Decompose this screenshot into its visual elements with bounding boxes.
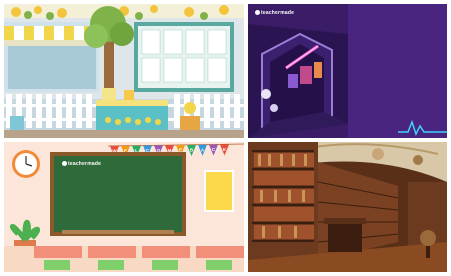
brand-logo-icon	[255, 10, 260, 16]
cartoon-classroom-image: WELCOMEBACK	[4, 142, 244, 272]
brand-logo-text: teachermade	[261, 10, 295, 16]
background-option-cartoon-classroom[interactable]: WELCOMEBACK teachermade	[4, 142, 244, 272]
background-option-lemonade-classroom[interactable]	[4, 4, 244, 138]
brand-logo-text: teachermade	[68, 161, 102, 167]
brand-logo: teachermade	[255, 10, 294, 16]
background-option-neon-museum[interactable]: teachermade	[248, 4, 447, 138]
brand-logo-icon	[62, 161, 67, 167]
lemonade-classroom-image	[4, 4, 244, 138]
pennant-letter: E	[179, 148, 182, 153]
background-option-baroque-library[interactable]	[248, 142, 447, 272]
brand-logo: teachermade	[62, 161, 101, 167]
baroque-library-image	[248, 142, 447, 272]
neon-museum-image	[248, 4, 447, 138]
background-gallery: teachermade WELCOMEBACK teachermade	[0, 0, 451, 276]
